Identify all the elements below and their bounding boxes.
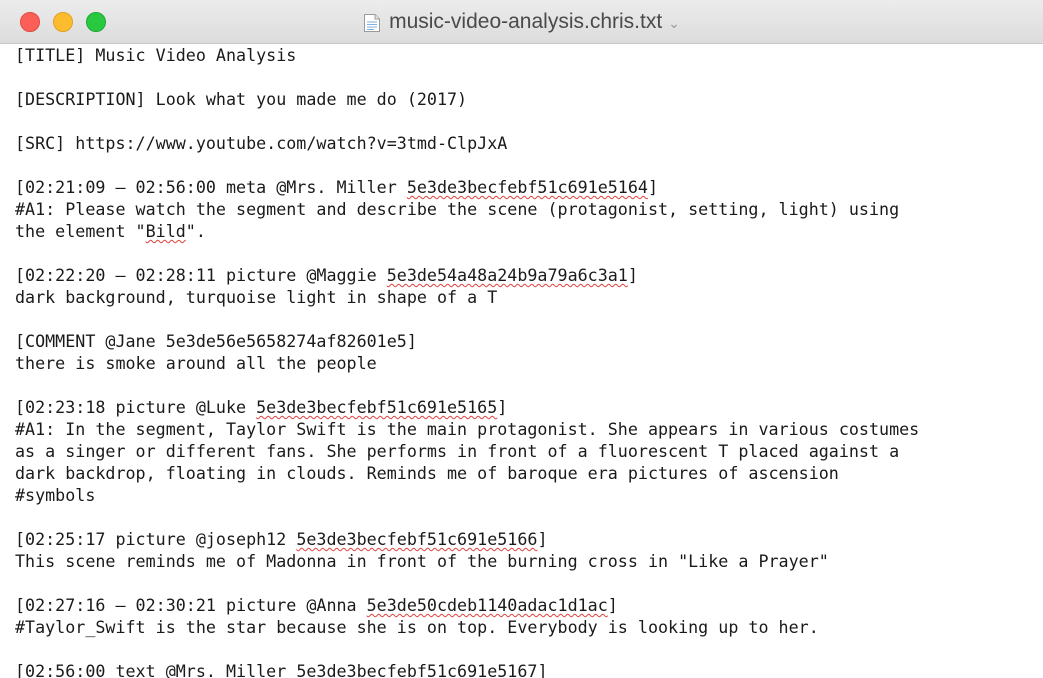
text-line[interactable]: [COMMENT @Jane 5e3de56e5658274af82601e5] [15, 330, 1043, 352]
line-text: [02:22:20 – 02:28:11 picture @Maggie [15, 265, 387, 285]
text-editor-area[interactable]: [TITLE] Music Video Analysis [DESCRIPTION… [0, 44, 1043, 678]
line-text: ". [185, 221, 206, 241]
text-line[interactable]: [SRC] https://www.youtube.com/watch?v=3t… [15, 132, 1043, 154]
misspelled-word[interactable]: 5e3de54a48a24b9a79a6c3a1 [387, 265, 628, 285]
line-text: ] [537, 661, 548, 678]
line-text: [02:25:17 picture @joseph12 [15, 529, 297, 549]
text-line[interactable] [15, 242, 1043, 264]
text-line[interactable] [15, 374, 1043, 396]
text-line[interactable]: [DESCRIPTION] Look what you made me do (… [15, 88, 1043, 110]
chevron-down-icon[interactable]: ⌄ [668, 16, 680, 32]
text-document-icon [364, 14, 381, 32]
text-line[interactable]: the element "Bild". [15, 220, 1043, 242]
text-line[interactable]: [02:27:16 – 02:30:21 picture @Anna 5e3de… [15, 594, 1043, 616]
text-line[interactable]: dark backdrop, floating in clouds. Remin… [15, 462, 1043, 484]
text-line[interactable]: This scene reminds me of Madonna in fron… [15, 550, 1043, 572]
text-line[interactable] [15, 308, 1043, 330]
misspelled-word[interactable]: Bild [146, 221, 186, 241]
window-title: music-video-analysis.chris.txt [389, 10, 663, 33]
misspelled-word[interactable]: 5e3de3becfebf51c691e5167 [296, 661, 537, 678]
misspelled-word[interactable]: 5e3de50cdeb1140adac1d1ac [367, 595, 608, 615]
misspelled-word[interactable]: 5e3de3becfebf51c691e5165 [256, 397, 497, 417]
line-text: [02:23:18 picture @Luke [15, 397, 257, 417]
text-line[interactable] [15, 154, 1043, 176]
misspelled-word[interactable]: 5e3de3becfebf51c691e5166 [296, 529, 537, 549]
text-line[interactable] [15, 638, 1043, 660]
text-line[interactable]: #A1: In the segment, Taylor Swift is the… [15, 418, 1043, 440]
text-line[interactable] [15, 110, 1043, 132]
text-line[interactable]: there is smoke around all the people [15, 352, 1043, 374]
line-text: ] [627, 265, 638, 285]
text-line[interactable]: dark background, turquoise light in shap… [15, 286, 1043, 308]
text-line[interactable]: as a singer or different fans. She perfo… [15, 440, 1043, 462]
line-text: ] [537, 529, 548, 549]
text-line[interactable]: #A1: Please watch the segment and descri… [15, 198, 1043, 220]
line-text: ] [607, 595, 618, 615]
text-line[interactable]: [02:56:00 text @Mrs. Miller 5e3de3becfeb… [15, 660, 1043, 678]
text-line[interactable]: [02:22:20 – 02:28:11 picture @Maggie 5e3… [15, 264, 1043, 286]
line-text: ] [647, 177, 658, 197]
textedit-window: music-video-analysis.chris.txt ⌄ [TITLE]… [0, 0, 1043, 678]
text-line[interactable]: #Taylor_Swift is the star because she is… [15, 616, 1043, 638]
text-line[interactable]: [02:23:18 picture @Luke 5e3de3becfebf51c… [15, 396, 1043, 418]
text-line[interactable]: [TITLE] Music Video Analysis [15, 44, 1043, 66]
line-text: [02:56:00 text @Mrs. Miller [15, 661, 297, 678]
line-text: [02:27:16 – 02:30:21 picture @Anna [15, 595, 367, 615]
window-title-group[interactable]: music-video-analysis.chris.txt ⌄ [0, 0, 1043, 44]
text-line[interactable] [15, 572, 1043, 594]
line-text: the element " [15, 221, 146, 241]
text-line[interactable]: [02:21:09 – 02:56:00 meta @Mrs. Miller 5… [15, 176, 1043, 198]
text-line[interactable] [15, 506, 1043, 528]
misspelled-word[interactable]: 5e3de3becfebf51c691e5164 [407, 177, 648, 197]
line-text: ] [497, 397, 508, 417]
line-text: [02:21:09 – 02:56:00 meta @Mrs. Miller [15, 177, 407, 197]
text-line[interactable]: [02:25:17 picture @joseph12 5e3de3becfeb… [15, 528, 1043, 550]
text-line[interactable] [15, 66, 1043, 88]
title-bar[interactable]: music-video-analysis.chris.txt ⌄ [0, 0, 1043, 44]
text-line[interactable]: #symbols [15, 484, 1043, 506]
